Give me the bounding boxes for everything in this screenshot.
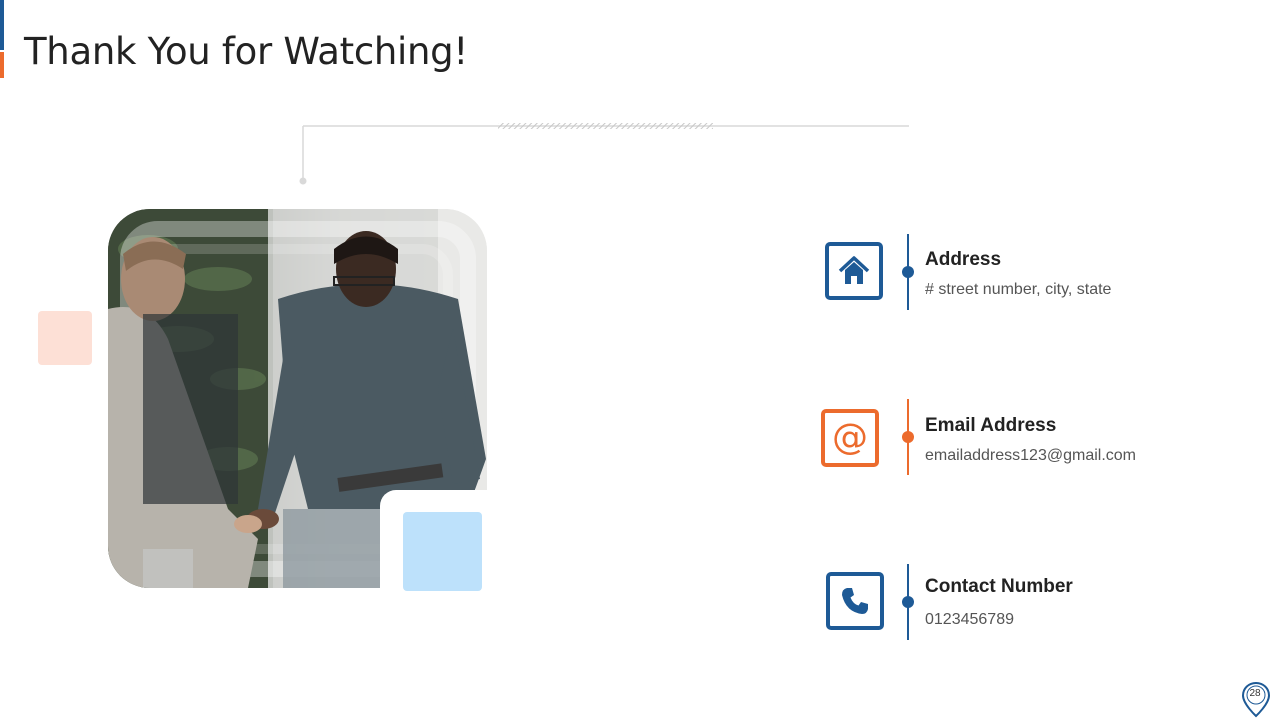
title-accent-bar-orange (0, 52, 4, 78)
phone-label: Contact Number (925, 576, 1073, 597)
location-pin-icon (1241, 681, 1271, 718)
email-divider-dot (902, 431, 914, 443)
home-icon (825, 242, 883, 300)
address-label: Address (925, 249, 1002, 270)
email-value[interactable]: emailaddress123@gmail.com (925, 447, 1136, 465)
phone-value: 0123456789 (925, 611, 1014, 628)
phone-divider-dot (902, 596, 914, 608)
decorative-peach-square (38, 311, 92, 365)
email-label: Email Address (925, 415, 1057, 436)
address-divider-dot (902, 266, 914, 278)
page-number: 28 (1249, 688, 1261, 699)
slide-title: Thank You for Watching! (24, 30, 468, 73)
at-sign-icon: @ (821, 409, 879, 467)
address-value: # street number, city, state (925, 281, 1112, 298)
title-accent-bar-blue (0, 0, 4, 50)
decorative-blue-square (403, 512, 482, 591)
phone-icon (826, 572, 884, 630)
decorative-connector-lines (299, 123, 909, 185)
